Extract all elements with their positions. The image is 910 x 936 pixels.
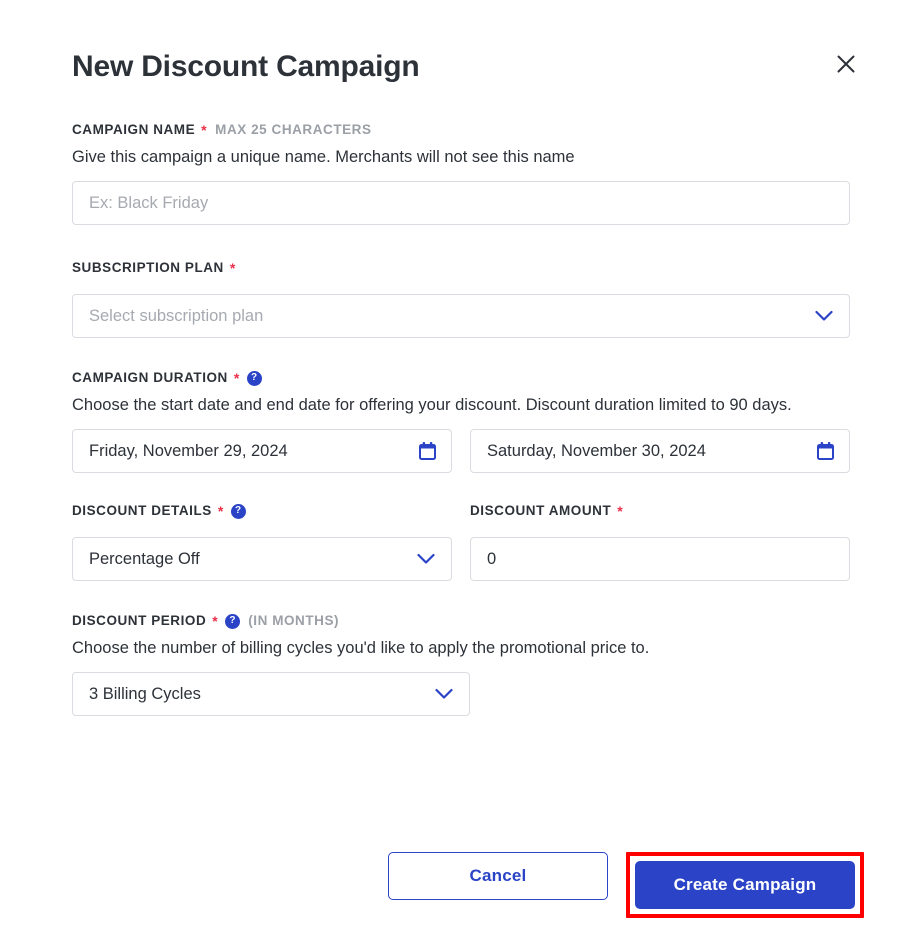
end-date-value: Saturday, November 30, 2024 [487, 442, 706, 460]
discount-details-select[interactable]: Percentage Off [72, 537, 452, 581]
discount-details-label-text: DISCOUNT DETAILS [72, 503, 212, 518]
chevron-down-icon [815, 310, 833, 322]
modal-header: New Discount Campaign [72, 42, 864, 92]
required-asterisk: * [201, 122, 208, 138]
required-asterisk: * [617, 503, 624, 519]
calendar-icon [419, 442, 436, 460]
field-discount-row: DISCOUNT DETAILS * ? Percentage Off DISC… [72, 501, 850, 581]
field-campaign-duration: CAMPAIGN DURATION * ? Choose the start d… [72, 368, 850, 473]
campaign-duration-label-text: CAMPAIGN DURATION [72, 370, 228, 385]
help-icon[interactable]: ? [246, 370, 262, 386]
discount-period-select[interactable]: 3 Billing Cycles [72, 672, 470, 716]
end-date-picker[interactable]: Saturday, November 30, 2024 [470, 429, 850, 473]
required-asterisk: * [233, 370, 240, 386]
subscription-plan-select[interactable]: Select subscription plan [72, 294, 850, 338]
discount-details-label: DISCOUNT DETAILS * ? [72, 501, 452, 521]
discount-period-description: Choose the number of billing cycles you'… [72, 639, 650, 657]
chevron-down-icon [435, 688, 453, 700]
start-date-picker[interactable]: Friday, November 29, 2024 [72, 429, 452, 473]
subscription-plan-value: Select subscription plan [89, 307, 264, 325]
help-icon[interactable]: ? [225, 613, 241, 629]
campaign-name-max-chars: MAX 25 CHARACTERS [215, 122, 372, 137]
form-body: CAMPAIGN NAME * MAX 25 CHARACTERS Give t… [72, 120, 850, 716]
create-campaign-button[interactable]: Create Campaign [635, 861, 855, 909]
modal-footer: Cancel Create Campaign [72, 852, 864, 918]
discount-period-unit: (IN MONTHS) [248, 613, 340, 628]
required-asterisk: * [212, 613, 219, 629]
start-date-value: Friday, November 29, 2024 [89, 442, 288, 460]
campaign-name-description: Give this campaign a unique name. Mercha… [72, 148, 575, 166]
required-asterisk: * [217, 503, 224, 519]
campaign-duration-label: CAMPAIGN DURATION * ? [72, 368, 850, 388]
campaign-name-input[interactable] [72, 181, 850, 225]
field-discount-details: DISCOUNT DETAILS * ? Percentage Off [72, 501, 452, 581]
close-button[interactable] [828, 46, 864, 82]
field-campaign-name: CAMPAIGN NAME * MAX 25 CHARACTERS Give t… [72, 120, 850, 225]
discount-details-value: Percentage Off [89, 550, 200, 568]
field-discount-amount: DISCOUNT AMOUNT * [470, 501, 850, 581]
field-discount-period: DISCOUNT PERIOD * ? (IN MONTHS) Choose t… [72, 611, 850, 716]
required-asterisk: * [229, 260, 236, 276]
close-icon [835, 53, 857, 75]
create-campaign-highlight: Create Campaign [626, 852, 864, 918]
campaign-duration-description: Choose the start date and end date for o… [72, 396, 792, 414]
cancel-button[interactable]: Cancel [388, 852, 608, 900]
discount-amount-label-text: DISCOUNT AMOUNT [470, 503, 612, 518]
field-subscription-plan: SUBSCRIPTION PLAN * Select subscription … [72, 258, 850, 338]
page-title: New Discount Campaign [72, 50, 420, 83]
campaign-name-label-text: CAMPAIGN NAME [72, 122, 196, 137]
help-icon[interactable]: ? [230, 503, 246, 519]
discount-period-label-text: DISCOUNT PERIOD [72, 613, 207, 628]
campaign-name-label: CAMPAIGN NAME * MAX 25 CHARACTERS [72, 120, 850, 140]
discount-period-value: 3 Billing Cycles [89, 685, 201, 703]
subscription-plan-label-text: SUBSCRIPTION PLAN [72, 260, 224, 275]
discount-amount-label: DISCOUNT AMOUNT * [470, 501, 850, 521]
chevron-down-icon [417, 553, 435, 565]
calendar-icon [817, 442, 834, 460]
discount-amount-input[interactable] [470, 537, 850, 581]
discount-period-label: DISCOUNT PERIOD * ? (IN MONTHS) [72, 611, 850, 631]
new-discount-campaign-modal: New Discount Campaign CAMPAIGN NAME * MA… [0, 0, 910, 936]
subscription-plan-label: SUBSCRIPTION PLAN * [72, 258, 850, 278]
